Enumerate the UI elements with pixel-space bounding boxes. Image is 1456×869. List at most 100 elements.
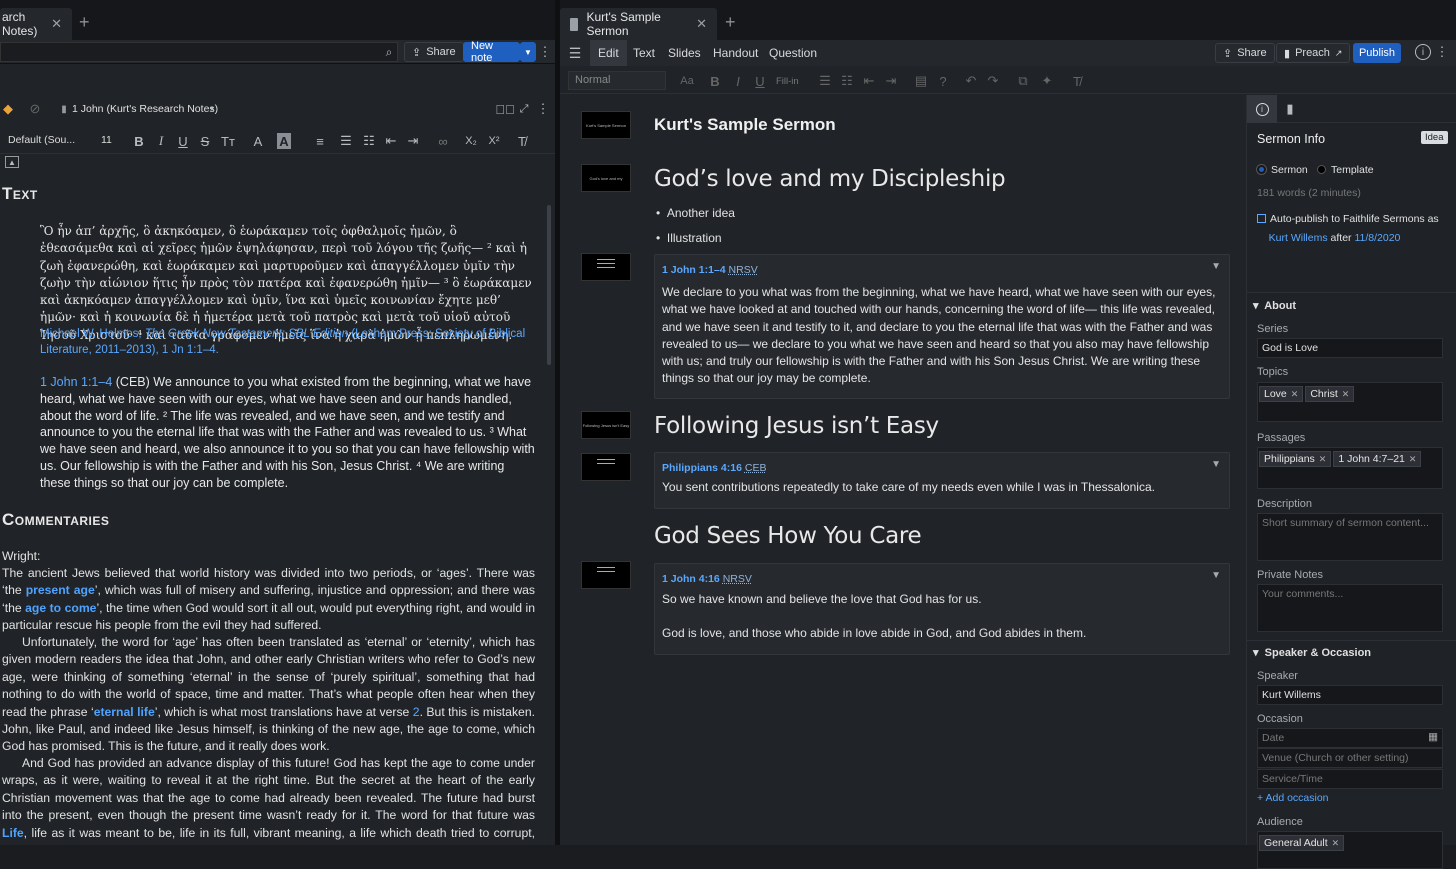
tab-slides[interactable]: Slides bbox=[668, 40, 701, 66]
date-input[interactable]: Date ▦ bbox=[1257, 728, 1443, 748]
italic-icon[interactable]: I bbox=[154, 133, 168, 149]
tab-handout[interactable]: Handout bbox=[713, 40, 758, 66]
about-section[interactable]: ▾ About bbox=[1253, 299, 1296, 312]
sermon-title[interactable]: Kurt's Sample Sermon bbox=[654, 115, 836, 135]
font-size-icon[interactable]: Aa bbox=[676, 73, 698, 89]
indent-icon[interactable]: ⇥ bbox=[884, 73, 898, 89]
underline-icon[interactable]: U bbox=[176, 133, 190, 149]
image-icon[interactable]: ▲ bbox=[5, 156, 19, 168]
chevron-down-icon[interactable]: ▼ bbox=[1211, 570, 1221, 581]
numbered-list-icon[interactable]: ☷ bbox=[361, 133, 377, 149]
idea-badge[interactable]: Idea bbox=[1421, 131, 1448, 144]
align-icon[interactable]: ≡ bbox=[312, 133, 328, 149]
audience-chip[interactable]: General Adult ✕ bbox=[1259, 835, 1345, 851]
subscript-icon[interactable]: X₂ bbox=[463, 133, 479, 149]
font-size-select[interactable]: 11 bbox=[101, 134, 112, 146]
audience-field[interactable]: General Adult ✕ bbox=[1257, 831, 1443, 869]
link-icon[interactable]: ∞ bbox=[435, 133, 451, 149]
share-button[interactable]: ⇪ Share bbox=[1215, 43, 1275, 63]
expand-icon[interactable]: ⤢ bbox=[516, 101, 532, 117]
redo-icon[interactable]: ↷ bbox=[986, 73, 1000, 89]
add-slide-icon[interactable]: ⧉ bbox=[1016, 73, 1030, 89]
chevron-down-icon[interactable]: ▼ bbox=[207, 104, 217, 114]
speaker-occasion-section[interactable]: ▾ Speaker & Occasion bbox=[1253, 646, 1371, 659]
hamburger-menu-icon[interactable]: ☰ bbox=[568, 45, 582, 61]
notebook-name[interactable]: 1 John (Kurt's Research Notes) bbox=[72, 103, 218, 115]
radio-sermon[interactable]: Sermon bbox=[1257, 164, 1308, 176]
topic-chip[interactable]: Christ ✕ bbox=[1305, 386, 1355, 402]
superscript-icon[interactable]: X² bbox=[486, 133, 502, 149]
search-input[interactable] bbox=[0, 42, 398, 62]
bold-icon[interactable]: B bbox=[708, 73, 722, 89]
section-heading[interactable]: God Sees How You Care bbox=[654, 523, 922, 549]
new-note-dropdown[interactable]: ▼ bbox=[520, 42, 536, 62]
publish-button[interactable]: Publish bbox=[1353, 43, 1401, 63]
passages-field[interactable]: Philippians ✕ 1 John 4:7–21 ✕ bbox=[1257, 447, 1443, 489]
series-field[interactable]: God is Love bbox=[1257, 338, 1443, 358]
checkbox-icon[interactable] bbox=[1257, 214, 1266, 223]
italic-icon[interactable]: I bbox=[731, 73, 745, 89]
fill-in-button[interactable]: Fill-in bbox=[776, 76, 799, 87]
scripture-ref[interactable]: 1 John 1:1–4 NRSV bbox=[662, 264, 758, 276]
more-icon[interactable]: ⋮ bbox=[539, 44, 552, 60]
section-heading[interactable]: God’s love and my Discipleship bbox=[654, 166, 1006, 192]
scripture-card[interactable]: 1 John 1:1–4 NRSV ▼ We declare to you wh… bbox=[654, 254, 1230, 399]
venue-input[interactable]: Venue (Church or other setting) bbox=[1257, 748, 1443, 768]
tab-edit[interactable]: Edit bbox=[590, 40, 627, 66]
term-link[interactable]: present age bbox=[26, 583, 95, 597]
font-color-icon[interactable]: A bbox=[250, 133, 266, 149]
close-icon[interactable]: ✕ bbox=[696, 16, 707, 32]
undo-icon[interactable]: ↶ bbox=[964, 73, 978, 89]
sermon-editor[interactable]: Kurt's Sample Sermon Kurt's Sample Sermo… bbox=[560, 95, 1246, 845]
service-time-input[interactable]: Service/Time bbox=[1257, 769, 1443, 789]
new-tab-icon[interactable]: + bbox=[725, 12, 736, 33]
bullet-list-icon[interactable]: ☰ bbox=[818, 73, 832, 89]
add-occasion-link[interactable]: + Add occasion bbox=[1257, 792, 1329, 804]
calendar-icon[interactable]: ▦ bbox=[1428, 731, 1438, 743]
bullet-list-icon[interactable]: ☰ bbox=[338, 133, 354, 149]
list-item[interactable]: • Illustration bbox=[656, 231, 722, 245]
question-icon[interactable]: ? bbox=[936, 73, 950, 89]
slide-thumbnail[interactable]: ▬▬▬▬▬▬ ▬▬▬▬▬▬ bbox=[581, 561, 631, 589]
tab-question[interactable]: Question bbox=[769, 40, 817, 66]
style-select[interactable]: Normal bbox=[568, 71, 666, 90]
clear-format-icon[interactable]: T̸ bbox=[514, 133, 530, 149]
slide-icon[interactable]: ▤ bbox=[914, 73, 928, 89]
bold-icon[interactable]: B bbox=[132, 133, 146, 149]
new-note-button[interactable]: New note bbox=[463, 40, 520, 64]
outdent-icon[interactable]: ⇤ bbox=[862, 73, 876, 89]
font-select[interactable]: Default (Sou... bbox=[8, 134, 75, 146]
slide-thumbnail[interactable]: Following Jesus isn't Easy bbox=[581, 411, 631, 439]
topics-field[interactable]: Love ✕ Christ ✕ bbox=[1257, 382, 1443, 422]
speaker-field[interactable]: Kurt Willems bbox=[1257, 685, 1443, 705]
underline-icon[interactable]: U bbox=[753, 73, 767, 89]
passage-chip[interactable]: 1 John 4:7–21 ✕ bbox=[1333, 451, 1422, 467]
scripture-ref[interactable]: 1 John 4:16 NRSV bbox=[662, 573, 752, 585]
tab-text[interactable]: Text bbox=[633, 40, 655, 66]
description-input[interactable]: Short summary of sermon content... bbox=[1257, 513, 1443, 561]
text-case-icon[interactable]: Tт bbox=[220, 133, 236, 149]
tab-sermon[interactable]: Kurt's Sample Sermon ✕ bbox=[560, 8, 717, 40]
radio-template[interactable]: Template bbox=[1317, 164, 1374, 176]
pin-icon[interactable]: ✦ bbox=[1040, 73, 1054, 89]
close-icon[interactable]: ✕ bbox=[51, 16, 62, 32]
greek-citation[interactable]: Michael W. Holmes, The Greek New Testame… bbox=[40, 326, 534, 358]
info-tab[interactable]: i bbox=[1247, 95, 1277, 123]
chevron-down-icon[interactable]: ▼ bbox=[1211, 261, 1221, 272]
check-circle-icon[interactable]: ✓⃝ bbox=[495, 101, 515, 117]
highlight-icon[interactable]: A bbox=[277, 133, 291, 149]
clear-format-icon[interactable]: T̸ bbox=[1070, 73, 1084, 89]
term-link[interactable]: Life bbox=[2, 826, 24, 840]
section-heading[interactable]: Following Jesus isn’t Easy bbox=[654, 413, 939, 439]
private-notes-input[interactable]: Your comments... bbox=[1257, 584, 1443, 632]
slide-thumbnail[interactable]: ▬▬▬▬▬▬ ▬▬▬▬▬▬ ▬▬▬▬▬▬ bbox=[581, 253, 631, 281]
scripture-card[interactable]: Philippians 4:16 CEB ▼ You sent contribu… bbox=[654, 452, 1230, 509]
slide-thumbnail[interactable]: Kurt's Sample Sermon bbox=[581, 111, 631, 139]
passage-link[interactable]: 1 John 1:1–4 bbox=[40, 375, 112, 389]
passage-chip[interactable]: Philippians ✕ bbox=[1259, 451, 1332, 467]
more-icon[interactable]: ⋮ bbox=[1436, 44, 1449, 60]
tag-icon[interactable]: ◆ bbox=[2, 101, 14, 116]
share-button[interactable]: ⇪ Share bbox=[404, 42, 464, 62]
topic-chip[interactable]: Love ✕ bbox=[1259, 386, 1304, 402]
verse-link[interactable]: 2 bbox=[413, 705, 420, 719]
